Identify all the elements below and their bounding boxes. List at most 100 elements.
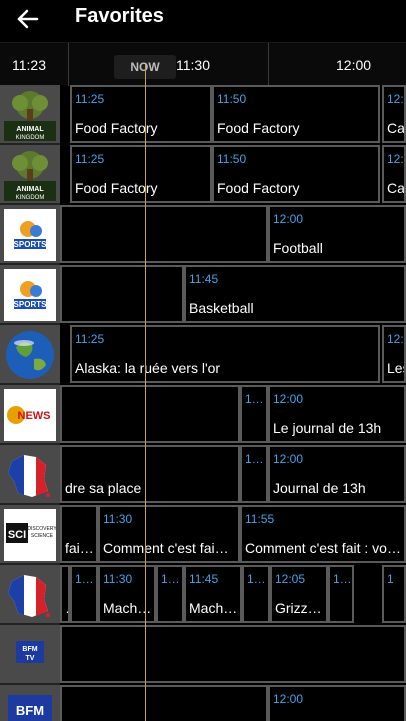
arrow-left-icon	[17, 9, 39, 29]
sports-logo: SPORTS	[4, 209, 56, 261]
program-cell[interactable]: 12: Les	[382, 325, 406, 383]
bfm-business-logo: BFM BUSINESS	[4, 689, 56, 721]
program-time: 11:30	[103, 572, 133, 586]
program-cell[interactable]: 12:00 Le journal de 13h	[268, 385, 406, 443]
svg-text:BFM: BFM	[22, 646, 37, 653]
program-cell[interactable]: 11:45 Basketball	[184, 265, 406, 323]
program-cell[interactable]: 1	[382, 565, 406, 623]
channel-logo[interactable]	[0, 325, 60, 385]
program-title: Grizz…	[275, 600, 322, 616]
program-cell[interactable]: 11:25 Food Factory	[70, 145, 212, 203]
animal-kingdom-logo: ANIMAL KINGDOM	[4, 89, 56, 141]
program-cell[interactable]: 1…	[328, 565, 354, 623]
bfm-tv-logo: BFM TV	[4, 629, 56, 681]
sci-logo: SCI DISCOVERY SCIENCE	[4, 509, 57, 561]
svg-text:BFM: BFM	[16, 703, 44, 718]
sports-logo: SPORTS	[4, 269, 56, 321]
program-cell[interactable]	[60, 685, 268, 721]
program-cell[interactable]: 11:45 Mach…	[184, 565, 242, 623]
svg-text:KINGDOM: KINGDOM	[16, 135, 45, 141]
program-cell[interactable]: 12:00	[268, 685, 406, 721]
channel-logo[interactable]: SCI DISCOVERY SCIENCE	[0, 505, 60, 565]
time-divider	[268, 43, 269, 86]
program-cell[interactable]: 12:00 Football	[268, 205, 406, 263]
program-cell[interactable]: 11:55 Comment c'est fait : vo…	[240, 505, 406, 563]
program-cell[interactable]: 11:50 Food Factory	[212, 85, 380, 143]
channel-row: dre sa place 1… 12:00 Journal de 13h	[0, 445, 406, 505]
channel-row: ANIMAL KINGDOM 11:25 Food Factory 11:50 Foo…	[0, 145, 406, 205]
svg-text:ANIMAL: ANIMAL	[16, 126, 44, 133]
program-cell[interactable]: 12: Ca	[382, 145, 406, 203]
program-time: 12:00	[273, 692, 304, 706]
channel-logo[interactable]: NEWS	[0, 385, 60, 445]
channel-logo[interactable]	[0, 565, 60, 625]
program-time: 1	[387, 572, 394, 586]
svg-text:SPORTS: SPORTS	[14, 300, 48, 309]
program-cell[interactable]: dre sa place	[60, 445, 240, 503]
program-title: Ca	[387, 120, 405, 136]
app-bar: Favorites	[0, 0, 406, 42]
svg-text:TV: TV	[26, 655, 35, 662]
program-time: 12:	[387, 152, 404, 166]
program-cell[interactable]: 1…	[240, 385, 268, 443]
channel-logo[interactable]: BFM BUSINESS	[0, 685, 60, 721]
program-title: dre sa place	[65, 480, 142, 496]
program-cell[interactable]	[60, 625, 406, 683]
program-cell[interactable]: 11:25 Alaska: la ruée vers l'or	[70, 325, 380, 383]
program-cell[interactable]: 11:25 Food Factory	[70, 85, 212, 143]
france-map-logo	[4, 449, 56, 501]
channel-logo[interactable]: ANIMAL KINGDOM	[0, 145, 60, 205]
program-cell[interactable]: 11:30 Comment c'est fai…	[98, 505, 240, 563]
program-title: Food Factory	[217, 180, 300, 196]
channel-row: NEWS 1… 12:00 Le journal de 13h	[0, 385, 406, 445]
program-cell[interactable]	[60, 205, 268, 263]
channel-logo[interactable]	[0, 445, 60, 505]
program-cell[interactable]: 1…	[240, 445, 268, 503]
epg-grid: ANIMAL KINGDOM 11:25 Food Factory 11:50 Foo…	[0, 85, 406, 721]
program-cell[interactable]: fai…	[60, 505, 98, 563]
program-time: 1…	[245, 452, 264, 466]
program-title: Food Factory	[217, 120, 300, 136]
program-time: 12:00	[273, 212, 304, 226]
svg-text:SCI: SCI	[8, 529, 26, 541]
program-cell[interactable]: 12: Ca	[382, 85, 406, 143]
program-cell[interactable]: 12:05 Grizz…	[270, 565, 328, 623]
svg-text:KINGDOM: KINGDOM	[16, 195, 45, 201]
program-cell[interactable]	[60, 385, 240, 443]
program-title: Le journal de 13h	[273, 420, 382, 436]
program-cell[interactable]: 12:00 Journal de 13h	[268, 445, 406, 503]
back-button[interactable]	[10, 2, 46, 36]
time-divider	[68, 43, 69, 86]
program-cell[interactable]: 1…	[70, 565, 98, 623]
channel-logo[interactable]: ANIMAL KINGDOM	[0, 85, 60, 145]
animal-kingdom-logo: ANIMAL KINGDOM	[4, 149, 56, 201]
program-cell[interactable]: 1…	[156, 565, 184, 623]
program-title: Ca	[387, 180, 405, 196]
program-title: Football	[273, 240, 323, 256]
program-cell[interactable]: …	[60, 565, 70, 623]
svg-text:NEWS: NEWS	[18, 410, 51, 422]
program-cell[interactable]: 11:50 Food Factory	[212, 145, 380, 203]
program-cell[interactable]	[60, 265, 184, 323]
program-time: 11:25	[75, 152, 105, 166]
svg-text:SPORTS: SPORTS	[14, 240, 48, 249]
channel-logo[interactable]: SPORTS	[0, 265, 60, 325]
channel-row: … 1… 11:30 Mach… 1… 11:45 Mach… 1… 12:05 Grizz… 1……	[0, 565, 406, 625]
program-time: 1…	[75, 572, 94, 586]
channel-logo[interactable]: SPORTS	[0, 205, 60, 265]
program-time: 12:	[387, 92, 404, 106]
france-map-logo	[4, 569, 56, 621]
program-title: Comment c'est fait : vo…	[245, 540, 401, 556]
channel-row: SPORTS 11:45 Basketball	[0, 265, 406, 325]
program-time: 1…	[245, 392, 264, 406]
program-cell[interactable]: 1…	[242, 565, 270, 623]
program-time: 11:25	[75, 92, 105, 106]
channel-logo[interactable]: BFM TV	[0, 625, 60, 685]
earth-logo	[4, 329, 56, 381]
program-time: 12:00	[273, 392, 304, 406]
program-time: 11:45	[189, 572, 219, 586]
channel-row: BFM BUSINESS 12:00	[0, 685, 406, 721]
program-title: Les	[387, 360, 404, 376]
svg-text:SCIENCE: SCIENCE	[31, 533, 54, 539]
program-cell[interactable]: 11:30 Mach…	[98, 565, 156, 623]
